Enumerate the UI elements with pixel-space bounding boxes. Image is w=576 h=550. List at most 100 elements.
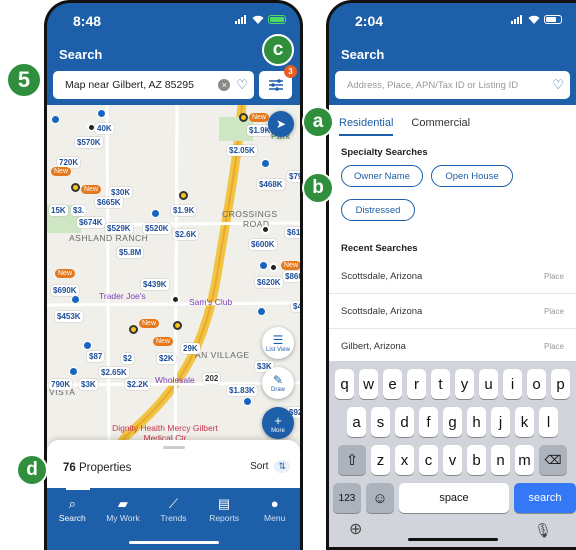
map-marker[interactable] bbox=[151, 209, 160, 218]
more-button[interactable]: + More bbox=[262, 407, 294, 439]
tab-residential[interactable]: Residential bbox=[339, 117, 394, 136]
key-b[interactable]: b bbox=[467, 445, 486, 475]
key-y[interactable]: y bbox=[455, 369, 474, 399]
globe-icon[interactable]: ⊕ bbox=[349, 519, 362, 539]
key-l[interactable]: l bbox=[539, 407, 558, 437]
price-pin[interactable]: $87 bbox=[87, 351, 105, 362]
key-d[interactable]: d bbox=[395, 407, 414, 437]
key-i[interactable]: i bbox=[503, 369, 522, 399]
map-marker[interactable] bbox=[243, 397, 252, 406]
price-pin[interactable]: $2K bbox=[157, 353, 176, 364]
key-h[interactable]: h bbox=[467, 407, 486, 437]
map-marker[interactable] bbox=[71, 295, 80, 304]
map-marker[interactable] bbox=[51, 115, 60, 124]
recent-search-item[interactable]: Scottsdale, Arizona Place bbox=[329, 260, 576, 294]
price-pin[interactable]: $620K bbox=[255, 277, 283, 288]
key-m[interactable]: m bbox=[515, 445, 534, 475]
sheet-handle[interactable] bbox=[162, 446, 185, 449]
price-pin[interactable]: $439K bbox=[141, 279, 169, 290]
price-pin[interactable]: $3. bbox=[71, 205, 87, 216]
map-marker[interactable] bbox=[171, 295, 180, 304]
key-z[interactable]: z bbox=[371, 445, 390, 475]
price-pin[interactable]: $468K bbox=[257, 179, 285, 190]
distressed-chip[interactable]: Distressed bbox=[341, 199, 415, 221]
draw-button[interactable]: ✎ Draw bbox=[262, 367, 294, 399]
map-marker[interactable] bbox=[173, 321, 182, 330]
clear-icon[interactable]: × bbox=[218, 79, 231, 91]
tab-search[interactable]: ⌕ Search bbox=[47, 496, 98, 550]
key-q[interactable]: q bbox=[335, 369, 354, 399]
price-pin[interactable]: $2.65K bbox=[99, 367, 129, 378]
locate-me-button[interactable]: ➤ bbox=[268, 111, 294, 137]
price-pin[interactable]: $2.2K bbox=[125, 379, 151, 390]
key-k[interactable]: k bbox=[515, 407, 534, 437]
price-pin[interactable]: 790K bbox=[49, 379, 73, 390]
map-view[interactable]: ASHLAND RANCH CROSSINGS ROAD AN VILLAGE … bbox=[47, 105, 300, 460]
key-c[interactable]: c bbox=[419, 445, 438, 475]
price-pin[interactable]: $1.83K bbox=[227, 385, 257, 396]
key-v[interactable]: v bbox=[443, 445, 462, 475]
tab-commercial[interactable]: Commercial bbox=[411, 117, 470, 136]
price-pin[interactable]: $610 bbox=[285, 227, 300, 238]
price-pin[interactable]: $3K bbox=[79, 379, 98, 390]
price-pin[interactable]: 15K bbox=[49, 205, 68, 216]
key-j[interactable]: j bbox=[491, 407, 510, 437]
space-key[interactable]: space bbox=[399, 483, 509, 513]
price-pin[interactable]: $2.05K bbox=[227, 145, 257, 156]
map-marker[interactable] bbox=[261, 225, 270, 234]
emoji-key[interactable]: ☺ bbox=[366, 483, 394, 513]
map-marker[interactable] bbox=[257, 307, 266, 316]
map-marker[interactable] bbox=[269, 263, 278, 272]
price-pin[interactable]: 29K bbox=[181, 343, 200, 354]
key-x[interactable]: x bbox=[395, 445, 414, 475]
key-r[interactable]: r bbox=[407, 369, 426, 399]
price-pin[interactable]: $2 bbox=[121, 353, 134, 364]
key-u[interactable]: u bbox=[479, 369, 498, 399]
map-marker[interactable] bbox=[69, 367, 78, 376]
map-marker[interactable] bbox=[129, 325, 138, 334]
search-input[interactable]: Map near Gilbert, AZ 85295 × ♡ bbox=[53, 71, 254, 99]
owner-name-chip[interactable]: Owner Name bbox=[341, 165, 423, 187]
sort-button[interactable]: Sort ⇅ bbox=[250, 460, 290, 473]
key-n[interactable]: n bbox=[491, 445, 510, 475]
key-g[interactable]: g bbox=[443, 407, 462, 437]
price-pin[interactable]: $674K bbox=[77, 217, 105, 228]
map-marker[interactable] bbox=[97, 109, 106, 118]
tab-menu[interactable]: ● Menu bbox=[249, 496, 300, 550]
backspace-key[interactable]: ⌫ bbox=[539, 445, 567, 475]
price-pin[interactable]: $1.9K bbox=[171, 205, 197, 216]
map-marker[interactable] bbox=[261, 159, 270, 168]
list-view-button[interactable]: ☰ List View bbox=[262, 327, 294, 359]
key-s[interactable]: s bbox=[371, 407, 390, 437]
map-marker[interactable] bbox=[83, 341, 92, 350]
price-pin[interactable]: $520K bbox=[143, 223, 171, 234]
key-t[interactable]: t bbox=[431, 369, 450, 399]
results-sheet[interactable]: 76 Properties Sort ⇅ bbox=[47, 440, 300, 488]
price-pin[interactable]: $2.6K bbox=[173, 229, 199, 240]
price-pin[interactable]: $5.8M bbox=[117, 247, 144, 258]
search-key[interactable]: search bbox=[514, 483, 576, 513]
recent-search-item[interactable]: Gilbert, Arizona Place bbox=[329, 330, 576, 364]
key-f[interactable]: f bbox=[419, 407, 438, 437]
map-marker[interactable] bbox=[239, 113, 248, 122]
open-house-chip[interactable]: Open House bbox=[431, 165, 513, 187]
price-pin[interactable]: 40K bbox=[95, 123, 114, 134]
key-w[interactable]: w bbox=[359, 369, 378, 399]
microphone-icon[interactable]: 🎙 bbox=[534, 522, 552, 539]
key-o[interactable]: o bbox=[527, 369, 546, 399]
price-pin[interactable]: $4 bbox=[291, 301, 300, 312]
map-marker[interactable] bbox=[179, 191, 188, 200]
search-input[interactable]: Address, Place, APN/Tax ID or Listing ID… bbox=[335, 71, 570, 99]
numbers-key[interactable]: 123 bbox=[333, 483, 361, 513]
filter-button[interactable]: 3 bbox=[259, 65, 297, 99]
price-pin[interactable]: $453K bbox=[55, 311, 83, 322]
favorite-heart-icon[interactable]: ♡ bbox=[236, 77, 248, 93]
key-p[interactable]: p bbox=[551, 369, 570, 399]
price-pin[interactable]: $665K bbox=[95, 197, 123, 208]
key-a[interactable]: a bbox=[347, 407, 366, 437]
price-pin[interactable]: $860K bbox=[283, 271, 300, 282]
key-e[interactable]: e bbox=[383, 369, 402, 399]
price-pin[interactable]: $529K bbox=[105, 223, 133, 234]
price-pin[interactable]: $79 bbox=[287, 171, 300, 182]
recent-search-item[interactable]: Scottsdale, Arizona Place bbox=[329, 295, 576, 329]
